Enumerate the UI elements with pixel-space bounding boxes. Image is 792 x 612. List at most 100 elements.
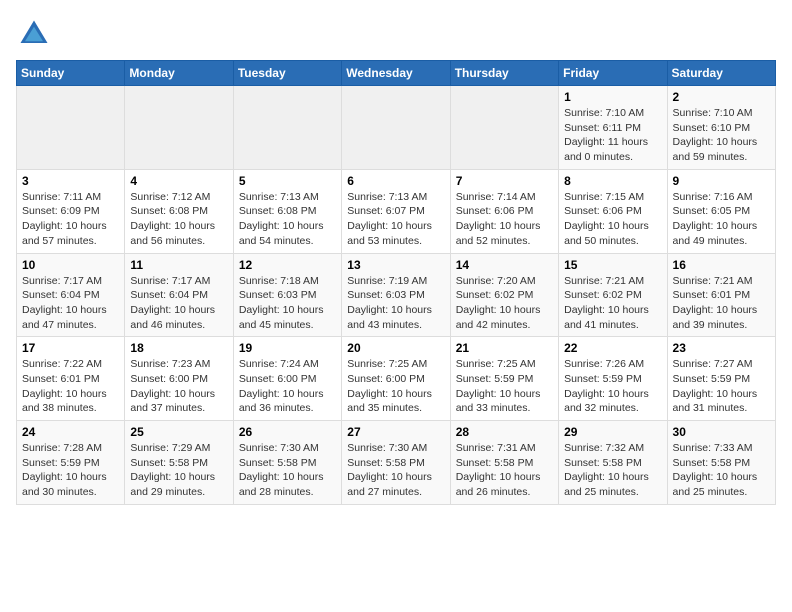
- day-number: 7: [456, 174, 553, 188]
- day-number: 4: [130, 174, 227, 188]
- calendar-week-row: 24 Sunrise: 7:28 AM Sunset: 5:59 PM Dayli…: [17, 421, 776, 505]
- day-number: 13: [347, 258, 444, 272]
- calendar-cell: 13 Sunrise: 7:19 AM Sunset: 6:03 PM Dayli…: [342, 253, 450, 337]
- calendar-cell: 20 Sunrise: 7:25 AM Sunset: 6:00 PM Dayli…: [342, 337, 450, 421]
- day-number: 15: [564, 258, 661, 272]
- day-info: Sunrise: 7:25 AM Sunset: 5:59 PM Dayligh…: [456, 357, 553, 416]
- day-number: 29: [564, 425, 661, 439]
- calendar-cell: 25 Sunrise: 7:29 AM Sunset: 5:58 PM Dayli…: [125, 421, 233, 505]
- day-number: 26: [239, 425, 336, 439]
- day-info: Sunrise: 7:12 AM Sunset: 6:08 PM Dayligh…: [130, 190, 227, 249]
- day-number: 16: [673, 258, 770, 272]
- day-info: Sunrise: 7:21 AM Sunset: 6:02 PM Dayligh…: [564, 274, 661, 333]
- calendar-cell: 23 Sunrise: 7:27 AM Sunset: 5:59 PM Dayli…: [667, 337, 775, 421]
- day-info: Sunrise: 7:14 AM Sunset: 6:06 PM Dayligh…: [456, 190, 553, 249]
- day-info: Sunrise: 7:27 AM Sunset: 5:59 PM Dayligh…: [673, 357, 770, 416]
- calendar-cell: 15 Sunrise: 7:21 AM Sunset: 6:02 PM Dayli…: [559, 253, 667, 337]
- weekday-header: Sunday: [17, 61, 125, 86]
- day-number: 12: [239, 258, 336, 272]
- calendar-cell: 27 Sunrise: 7:30 AM Sunset: 5:58 PM Dayli…: [342, 421, 450, 505]
- day-info: Sunrise: 7:10 AM Sunset: 6:10 PM Dayligh…: [673, 106, 770, 165]
- day-info: Sunrise: 7:25 AM Sunset: 6:00 PM Dayligh…: [347, 357, 444, 416]
- day-info: Sunrise: 7:23 AM Sunset: 6:00 PM Dayligh…: [130, 357, 227, 416]
- calendar-cell: 7 Sunrise: 7:14 AM Sunset: 6:06 PM Daylig…: [450, 169, 558, 253]
- calendar-cell: 6Sunrise: 7:13 AM Sunset: 6:07 PM Daylig…: [342, 169, 450, 253]
- calendar-cell: 4 Sunrise: 7:12 AM Sunset: 6:08 PM Daylig…: [125, 169, 233, 253]
- calendar-cell: 24 Sunrise: 7:28 AM Sunset: 5:59 PM Dayli…: [17, 421, 125, 505]
- weekday-header: Tuesday: [233, 61, 341, 86]
- calendar-cell: [342, 86, 450, 170]
- calendar-cell: 5Sunrise: 7:13 AM Sunset: 6:08 PM Daylig…: [233, 169, 341, 253]
- weekday-header: Wednesday: [342, 61, 450, 86]
- day-number: 11: [130, 258, 227, 272]
- calendar-cell: 8 Sunrise: 7:15 AM Sunset: 6:06 PM Daylig…: [559, 169, 667, 253]
- day-info: Sunrise: 7:32 AM Sunset: 5:58 PM Dayligh…: [564, 441, 661, 500]
- calendar-cell: 30Sunrise: 7:33 AM Sunset: 5:58 PM Dayli…: [667, 421, 775, 505]
- day-number: 22: [564, 341, 661, 355]
- calendar-cell: 19 Sunrise: 7:24 AM Sunset: 6:00 PM Dayli…: [233, 337, 341, 421]
- day-number: 19: [239, 341, 336, 355]
- day-number: 20: [347, 341, 444, 355]
- calendar-week-row: 10 Sunrise: 7:17 AM Sunset: 6:04 PM Dayli…: [17, 253, 776, 337]
- calendar-header-row: SundayMondayTuesdayWednesdayThursdayFrid…: [17, 61, 776, 86]
- calendar-cell: 10 Sunrise: 7:17 AM Sunset: 6:04 PM Dayli…: [17, 253, 125, 337]
- calendar-cell: [233, 86, 341, 170]
- weekday-header: Thursday: [450, 61, 558, 86]
- day-number: 8: [564, 174, 661, 188]
- logo: [16, 16, 56, 52]
- day-number: 24: [22, 425, 119, 439]
- calendar-week-row: 17Sunrise: 7:22 AM Sunset: 6:01 PM Dayli…: [17, 337, 776, 421]
- logo-icon: [16, 16, 52, 52]
- calendar-cell: 17Sunrise: 7:22 AM Sunset: 6:01 PM Dayli…: [17, 337, 125, 421]
- weekday-header: Monday: [125, 61, 233, 86]
- calendar-cell: 1 Sunrise: 7:10 AM Sunset: 6:11 PM Daylig…: [559, 86, 667, 170]
- page-header: [16, 16, 776, 52]
- day-number: 25: [130, 425, 227, 439]
- day-info: Sunrise: 7:13 AM Sunset: 6:07 PM Dayligh…: [347, 190, 444, 249]
- day-number: 30: [673, 425, 770, 439]
- calendar-cell: 12Sunrise: 7:18 AM Sunset: 6:03 PM Dayli…: [233, 253, 341, 337]
- calendar-cell: [125, 86, 233, 170]
- day-number: 21: [456, 341, 553, 355]
- day-number: 3: [22, 174, 119, 188]
- day-info: Sunrise: 7:17 AM Sunset: 6:04 PM Dayligh…: [22, 274, 119, 333]
- day-number: 9: [673, 174, 770, 188]
- day-number: 28: [456, 425, 553, 439]
- day-info: Sunrise: 7:30 AM Sunset: 5:58 PM Dayligh…: [347, 441, 444, 500]
- day-info: Sunrise: 7:30 AM Sunset: 5:58 PM Dayligh…: [239, 441, 336, 500]
- day-info: Sunrise: 7:17 AM Sunset: 6:04 PM Dayligh…: [130, 274, 227, 333]
- calendar-week-row: 1 Sunrise: 7:10 AM Sunset: 6:11 PM Daylig…: [17, 86, 776, 170]
- calendar-cell: 21 Sunrise: 7:25 AM Sunset: 5:59 PM Dayli…: [450, 337, 558, 421]
- day-info: Sunrise: 7:20 AM Sunset: 6:02 PM Dayligh…: [456, 274, 553, 333]
- day-number: 23: [673, 341, 770, 355]
- day-info: Sunrise: 7:21 AM Sunset: 6:01 PM Dayligh…: [673, 274, 770, 333]
- calendar-cell: 11 Sunrise: 7:17 AM Sunset: 6:04 PM Dayli…: [125, 253, 233, 337]
- calendar-cell: 28Sunrise: 7:31 AM Sunset: 5:58 PM Dayli…: [450, 421, 558, 505]
- weekday-header: Friday: [559, 61, 667, 86]
- calendar-cell: 22 Sunrise: 7:26 AM Sunset: 5:59 PM Dayli…: [559, 337, 667, 421]
- day-number: 27: [347, 425, 444, 439]
- day-info: Sunrise: 7:15 AM Sunset: 6:06 PM Dayligh…: [564, 190, 661, 249]
- weekday-header: Saturday: [667, 61, 775, 86]
- calendar-cell: 9 Sunrise: 7:16 AM Sunset: 6:05 PM Daylig…: [667, 169, 775, 253]
- calendar-table: SundayMondayTuesdayWednesdayThursdayFrid…: [16, 60, 776, 505]
- day-info: Sunrise: 7:22 AM Sunset: 6:01 PM Dayligh…: [22, 357, 119, 416]
- day-info: Sunrise: 7:26 AM Sunset: 5:59 PM Dayligh…: [564, 357, 661, 416]
- day-info: Sunrise: 7:19 AM Sunset: 6:03 PM Dayligh…: [347, 274, 444, 333]
- calendar-cell: 16 Sunrise: 7:21 AM Sunset: 6:01 PM Dayli…: [667, 253, 775, 337]
- day-info: Sunrise: 7:13 AM Sunset: 6:08 PM Dayligh…: [239, 190, 336, 249]
- calendar-cell: 18 Sunrise: 7:23 AM Sunset: 6:00 PM Dayli…: [125, 337, 233, 421]
- calendar-cell: 14 Sunrise: 7:20 AM Sunset: 6:02 PM Dayli…: [450, 253, 558, 337]
- day-info: Sunrise: 7:16 AM Sunset: 6:05 PM Dayligh…: [673, 190, 770, 249]
- day-number: 1: [564, 90, 661, 104]
- calendar-cell: 29 Sunrise: 7:32 AM Sunset: 5:58 PM Dayli…: [559, 421, 667, 505]
- calendar-cell: 3Sunrise: 7:11 AM Sunset: 6:09 PM Daylig…: [17, 169, 125, 253]
- day-info: Sunrise: 7:29 AM Sunset: 5:58 PM Dayligh…: [130, 441, 227, 500]
- day-number: 18: [130, 341, 227, 355]
- day-number: 10: [22, 258, 119, 272]
- calendar-cell: [17, 86, 125, 170]
- day-info: Sunrise: 7:10 AM Sunset: 6:11 PM Dayligh…: [564, 106, 661, 165]
- day-info: Sunrise: 7:24 AM Sunset: 6:00 PM Dayligh…: [239, 357, 336, 416]
- day-info: Sunrise: 7:28 AM Sunset: 5:59 PM Dayligh…: [22, 441, 119, 500]
- day-number: 14: [456, 258, 553, 272]
